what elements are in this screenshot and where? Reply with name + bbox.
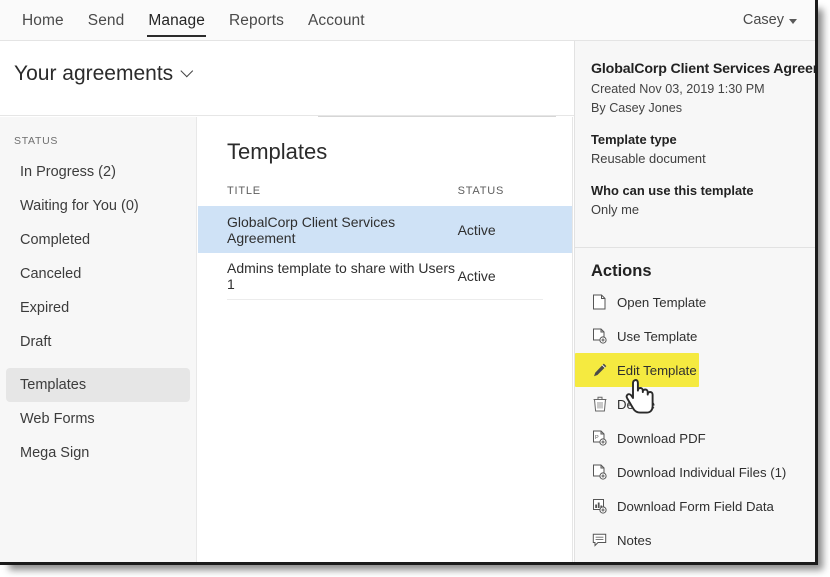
table-row[interactable]: GlobalCorp Client Services Agreement Act… (198, 206, 572, 253)
document-use-icon (591, 328, 608, 345)
action-use-template[interactable]: Use Template (575, 319, 815, 353)
table-header-row: TITLE STATUS (227, 185, 543, 206)
detail-template-type-group: Template type Reusable document (591, 132, 815, 166)
action-label: Download PDF (617, 431, 706, 446)
action-notes[interactable]: Notes (575, 523, 815, 557)
detail-created: Created Nov 03, 2019 1:30 PM (591, 82, 815, 96)
nav-item-send[interactable]: Send (76, 0, 137, 41)
chevron-down-icon (789, 19, 797, 24)
user-menu-label: Casey (743, 12, 784, 28)
action-download-form-field-data[interactable]: Download Form Field Data (575, 489, 815, 523)
nav-item-manage[interactable]: Manage (136, 0, 217, 41)
nav-items: Home Send Manage Reports Account (10, 0, 377, 41)
table-row[interactable]: Admins template to share with Users 1 Ac… (227, 253, 543, 300)
action-open-template[interactable]: Open Template (575, 285, 815, 319)
templates-heading: Templates (198, 117, 572, 165)
action-label: Delete (617, 397, 655, 412)
detail-title: GlobalCorp Client Services Agreement (591, 61, 815, 77)
notes-icon (591, 532, 608, 549)
column-header-title: TITLE (227, 185, 458, 197)
nav-item-reports[interactable]: Reports (217, 0, 296, 41)
action-label: Open Template (617, 295, 706, 310)
sidebar-section-label-status: STATUS (0, 117, 196, 155)
application-window: Home Send Manage Reports Account Casey Y… (0, 0, 818, 565)
trash-icon (591, 396, 608, 413)
action-label: Edit Template (617, 363, 697, 378)
top-navigation-bar: Home Send Manage Reports Account Casey (0, 0, 815, 41)
action-label: Notes (617, 533, 651, 548)
svg-text:P: P (595, 435, 599, 441)
action-download-individual-files[interactable]: Download Individual Files (1) (575, 455, 815, 489)
download-pdf-icon: P (591, 430, 608, 447)
detail-who-can-use-group: Who can use this template Only me (591, 183, 815, 217)
document-icon (591, 294, 608, 311)
action-delete[interactable]: Delete (575, 387, 815, 421)
left-sidebar: STATUS In Progress (2) Waiting for You (… (0, 117, 197, 562)
table-cell-status: Active (458, 222, 543, 238)
action-edit-template[interactable]: Edit Template (575, 353, 699, 387)
detail-who-can-use-label: Who can use this template (591, 183, 815, 198)
nav-item-account[interactable]: Account (296, 0, 377, 41)
detail-panel-header: GlobalCorp Client Services Agreement Cre… (575, 41, 815, 233)
sidebar-item-waiting-for-you[interactable]: Waiting for You (0) (6, 189, 190, 223)
action-download-pdf[interactable]: P Download PDF (575, 421, 815, 455)
sidebar-item-in-progress[interactable]: In Progress (2) (6, 155, 190, 189)
sidebar-divider-gap (0, 359, 196, 368)
sidebar-item-draft[interactable]: Draft (6, 325, 190, 359)
templates-table: TITLE STATUS GlobalCorp Client Services … (198, 185, 572, 300)
detail-template-type-value: Reusable document (591, 151, 815, 166)
actions-heading: Actions (575, 248, 815, 285)
action-label: Download Individual Files (1) (617, 465, 786, 480)
sidebar-item-web-forms[interactable]: Web Forms (6, 402, 190, 436)
page-title: Your agreements (14, 62, 173, 86)
sidebar-item-mega-sign[interactable]: Mega Sign (6, 436, 190, 470)
detail-who-can-use-value: Only me (591, 202, 815, 217)
your-agreements-dropdown[interactable]: Your agreements (14, 62, 192, 86)
main-content: Templates TITLE STATUS GlobalCorp Client… (198, 117, 573, 562)
detail-panel: GlobalCorp Client Services Agreement Cre… (574, 41, 815, 562)
download-form-data-icon (591, 498, 608, 515)
chevron-down-icon (181, 64, 194, 77)
column-header-status: STATUS (458, 185, 543, 197)
sidebar-item-templates[interactable]: Templates (6, 368, 190, 402)
nav-item-home[interactable]: Home (10, 0, 76, 41)
table-cell-status: Active (458, 268, 543, 284)
action-label: Download Form Field Data (617, 499, 774, 514)
actions-list: Open Template Use Template (575, 285, 815, 557)
table-cell-title: Admins template to share with Users 1 (227, 260, 458, 292)
table-cell-title: GlobalCorp Client Services Agreement (227, 214, 458, 246)
pencil-icon (591, 362, 608, 379)
sidebar-item-completed[interactable]: Completed (6, 223, 190, 257)
detail-template-type-label: Template type (591, 132, 815, 147)
user-menu[interactable]: Casey (743, 12, 797, 28)
detail-author: By Casey Jones (591, 101, 815, 115)
sidebar-item-canceled[interactable]: Canceled (6, 257, 190, 291)
sidebar-item-expired[interactable]: Expired (6, 291, 190, 325)
download-files-icon (591, 464, 608, 481)
action-label: Use Template (617, 329, 697, 344)
